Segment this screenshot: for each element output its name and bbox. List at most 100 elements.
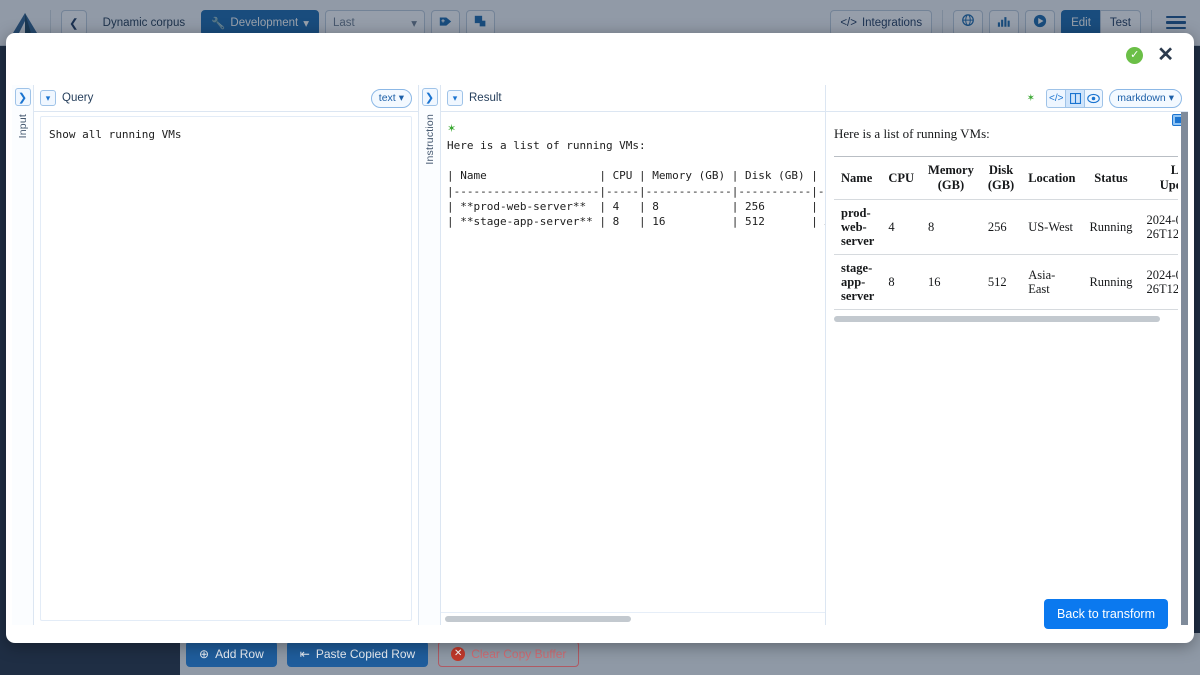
integrations-button[interactable]: </> Integrations	[830, 10, 932, 36]
preview-vertical-scrollbar[interactable]	[1181, 112, 1188, 625]
result-source-body: ✶ Here is a list of running VMs: | Name …	[441, 112, 825, 625]
hamburger-menu-icon[interactable]	[1162, 16, 1190, 30]
query-editor[interactable]: Show all running VMs	[40, 116, 412, 621]
split-view-icon[interactable]	[1065, 89, 1084, 108]
table-head: Name CPU Memory (GB) Disk (GB) Location …	[834, 157, 1178, 200]
query-format-select[interactable]: text ▾	[371, 89, 412, 108]
result-preview-panel: ✶ </> markdown ▾ Her	[826, 85, 1188, 625]
cell-last-updated: 2024-08-26T12:00:00Z	[1140, 200, 1179, 255]
result-panel-title: Result	[469, 92, 502, 104]
result-collapse-caret-icon[interactable]: ▾	[447, 90, 463, 106]
check-circle-icon[interactable]: ✓	[1126, 47, 1143, 64]
cell-name: prod-web-server	[834, 200, 881, 255]
query-format-value: text	[379, 92, 396, 104]
table-header-row: Name CPU Memory (GB) Disk (GB) Location …	[834, 157, 1178, 200]
result-source-panel: ▾ Result ✶ Here is a list of running VMs…	[441, 85, 826, 625]
close-x-icon[interactable]: ✕	[1157, 45, 1174, 65]
preview-panel-header: ✶ </> markdown ▾	[826, 85, 1188, 112]
environment-button[interactable]: 🔧 Development ▾	[201, 10, 319, 36]
toolbar-divider	[50, 10, 51, 36]
preview-lead-text: Here is a list of running VMs:	[834, 126, 1178, 142]
back-to-transform-label: Back to transform	[1057, 607, 1155, 621]
cell-location: Asia-East	[1021, 255, 1082, 310]
th-status: Status	[1082, 157, 1139, 200]
cell-status: Running	[1082, 200, 1139, 255]
integrations-label: Integrations	[862, 17, 922, 29]
result-panel-header: ▾ Result	[441, 85, 825, 112]
tag-button[interactable]	[431, 10, 460, 36]
th-last-updated: Last Updated	[1140, 157, 1179, 200]
environment-label: Development	[230, 17, 298, 29]
chevron-down-icon: ▾	[303, 16, 309, 30]
clear-copy-buffer-button[interactable]: ✕ Clear Copy Buffer	[438, 641, 579, 667]
sparkle-icon: ✶	[447, 124, 825, 135]
instruction-side-label: Instruction	[424, 114, 436, 165]
modal-header: ✓ ✕	[6, 33, 1194, 77]
result-source-scroll[interactable]: ✶ Here is a list of running VMs: | Name …	[441, 112, 825, 611]
back-button[interactable]: ❮	[61, 10, 87, 36]
th-location: Location	[1021, 157, 1082, 200]
paste-row-label: Paste Copied Row	[316, 647, 415, 661]
query-panel: ▾ Query text ▾ Show all running VMs	[34, 85, 419, 625]
paste-copied-row-button[interactable]: ⇤ Paste Copied Row	[287, 641, 428, 667]
version-select-value: Last	[333, 17, 355, 29]
modal-footer: Back to transform	[6, 585, 1194, 643]
tab-edit[interactable]: Edit	[1061, 10, 1100, 36]
chevron-left-icon: ❮	[69, 16, 79, 30]
chevron-down-icon: ▾	[1169, 92, 1174, 104]
bar-chart-icon	[997, 15, 1011, 31]
table-hscrollbar-thumb[interactable]	[834, 316, 1160, 322]
cell-cpu: 4	[881, 200, 921, 255]
mode-toggle-group[interactable]: Edit Test	[1061, 10, 1141, 36]
clear-buffer-label: Clear Copy Buffer	[471, 647, 566, 661]
query-panel-title: Query	[62, 92, 93, 104]
code-brackets-icon: </>	[840, 17, 857, 29]
add-row-button[interactable]: ⊕ Add Row	[186, 641, 277, 667]
preview-format-value: markdown	[1117, 92, 1165, 104]
duplicate-button[interactable]	[466, 10, 495, 36]
th-disk: Disk (GB)	[981, 157, 1021, 200]
query-collapse-caret-icon[interactable]: ▾	[40, 90, 56, 106]
preview-format-select[interactable]: markdown ▾	[1109, 89, 1182, 108]
tag-plus-icon	[439, 15, 452, 31]
preview-eye-icon[interactable]	[1084, 89, 1103, 108]
run-button[interactable]	[1025, 10, 1055, 36]
cell-last-updated: 2024-08-26T12:00:00Z	[1140, 255, 1179, 310]
table-row: prod-web-server 4 8 256 US-West Running …	[834, 200, 1178, 255]
test-label: Test	[1110, 17, 1131, 29]
query-panel-body: Show all running VMs	[34, 112, 418, 625]
th-memory: Memory (GB)	[921, 157, 981, 200]
sparkle-icon[interactable]: ✶	[1021, 89, 1040, 108]
th-name: Name	[834, 157, 881, 200]
query-content: Show all running VMs	[49, 127, 411, 142]
toolbar-divider	[1151, 10, 1152, 36]
expand-input-button[interactable]: ❯	[15, 88, 31, 106]
th-cpu: CPU	[881, 157, 921, 200]
tab-test[interactable]: Test	[1100, 10, 1141, 36]
cell-disk: 256	[981, 200, 1021, 255]
query-panel-header: ▾ Query text ▾	[34, 85, 418, 112]
corpus-label: Dynamic corpus	[93, 17, 195, 29]
version-select[interactable]: Last ▾	[325, 10, 425, 36]
back-to-transform-button[interactable]: Back to transform	[1044, 599, 1168, 629]
edit-label: Edit	[1071, 17, 1091, 29]
table-row: stage-app-server 8 16 512 Asia-East Runn…	[834, 255, 1178, 310]
chevron-down-icon: ▾	[399, 92, 404, 104]
wrench-icon: 🔧	[211, 16, 225, 30]
analytics-button[interactable]	[989, 10, 1019, 36]
cell-name: stage-app-server	[834, 255, 881, 310]
expand-instruction-button[interactable]: ❯	[422, 88, 438, 106]
input-edge-strip: ❯ Input	[12, 85, 34, 625]
chevron-down-icon: ▾	[411, 16, 417, 30]
instruction-edge-strip: ❯ Instruction	[419, 85, 441, 625]
cell-cpu: 8	[881, 255, 921, 310]
cell-disk: 512	[981, 255, 1021, 310]
cell-status: Running	[1082, 255, 1139, 310]
code-view-icon[interactable]: </>	[1046, 89, 1065, 108]
toolbar-divider	[942, 10, 943, 36]
duplicate-icon	[474, 15, 487, 31]
rendered-vm-table: Name CPU Memory (GB) Disk (GB) Location …	[834, 156, 1178, 310]
view-mode-group[interactable]: </>	[1046, 89, 1103, 108]
globe-button[interactable]	[953, 10, 983, 36]
table-body: prod-web-server 4 8 256 US-West Running …	[834, 200, 1178, 310]
